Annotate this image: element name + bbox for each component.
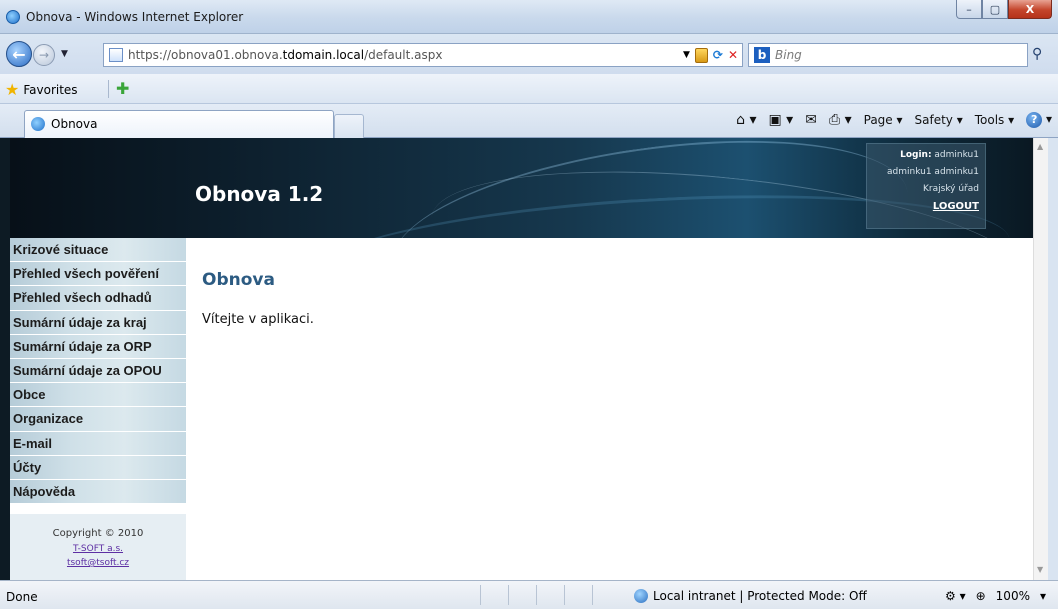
logout-link[interactable]: LOGOUT <box>933 201 979 212</box>
status-panels <box>480 585 620 605</box>
sidebar-item-sumarni-kraj[interactable]: Sumární údaje za kraj <box>10 310 186 335</box>
sidebar-item-organizace[interactable]: Organizace <box>10 407 186 432</box>
navigation-bar: ← → ▼ https://obnova01.obnova.tdomain.lo… <box>0 34 1058 74</box>
ie-tab-icon <box>31 117 45 131</box>
sidebar-item-krizove-situace[interactable]: Krizové situace <box>10 238 186 263</box>
recent-pages-dropdown-icon[interactable]: ▼ <box>61 49 68 59</box>
sidebar-item-prehled-povereni[interactable]: Přehled všech pověření <box>10 262 186 287</box>
url-domain: tdomain.local <box>282 48 365 62</box>
login-user: adminku1 <box>934 150 979 160</box>
login-line: Login: adminku1 <box>867 144 985 164</box>
print-icon[interactable]: ⎙ ▾ <box>829 112 852 128</box>
home-icon[interactable]: ⌂ ▾ <box>736 112 756 128</box>
sidebar-item-obce[interactable]: Obce <box>10 383 186 408</box>
favorites-divider <box>108 80 109 98</box>
window-title-bar[interactable]: Obnova - Windows Internet Explorer – ▢ X <box>0 0 1058 34</box>
forward-button[interactable]: → <box>33 44 55 66</box>
sidebar-item-ucty[interactable]: Účty <box>10 455 186 480</box>
maximize-button[interactable]: ▢ <box>982 0 1008 19</box>
security-zone[interactable]: Local intranet | Protected Mode: Off <box>634 589 867 603</box>
lock-icon[interactable] <box>694 47 708 63</box>
welcome-text: Vítejte v aplikaci. <box>202 312 314 327</box>
search-icon[interactable]: ⚲ <box>1032 46 1042 62</box>
search-placeholder: Bing <box>775 48 802 62</box>
site-header: Obnova 1.2 Login: adminku1 adminku1 admi… <box>10 138 1033 238</box>
copyright-text: Copyright © 2010 <box>52 528 144 539</box>
company-link[interactable]: T-SOFT a.s. <box>10 542 186 556</box>
window-left-edge <box>0 138 10 580</box>
star-icon: ★ <box>5 80 20 99</box>
page-menu[interactable]: Page ▾ <box>864 113 903 127</box>
close-button[interactable]: X <box>1008 0 1052 19</box>
sidebar-item-napoveda[interactable]: Nápověda <box>10 479 186 505</box>
mail-icon[interactable]: ✉ <box>805 112 817 128</box>
minimize-icon: – <box>966 2 972 16</box>
url-path: /default.aspx <box>364 48 443 62</box>
stop-icon[interactable]: ✕ <box>728 46 738 64</box>
zone-text: Local intranet | Protected Mode: Off <box>653 589 867 603</box>
page-icon <box>109 48 123 62</box>
window-title: Obnova - Windows Internet Explorer <box>26 10 244 24</box>
user-fullname: adminku1 adminku1 <box>887 167 979 177</box>
login-label: Login: <box>900 150 932 160</box>
vertical-scrollbar[interactable]: ▲ ▼ <box>1033 138 1048 580</box>
new-tab-button[interactable] <box>334 114 364 138</box>
scroll-down-icon[interactable]: ▼ <box>1037 565 1043 574</box>
sidebar-item-sumarni-opou[interactable]: Sumární údaje za OPOU <box>10 358 186 384</box>
close-icon: X <box>1025 2 1035 16</box>
sidebar-item-email[interactable]: E-mail <box>10 431 186 456</box>
favorites-bar: ★ Favorites ✚ <box>0 74 1058 104</box>
address-dropdown-icon[interactable]: ▼ <box>683 46 690 64</box>
tab-label: Obnova <box>51 117 98 131</box>
bing-logo-icon: b <box>754 47 770 63</box>
zoom-icon: ⊕ <box>975 589 986 603</box>
status-text: Done <box>6 590 38 604</box>
favorites-label: Favorites <box>23 82 78 97</box>
window-controls: – ▢ X <box>956 0 1052 20</box>
maximize-icon: ▢ <box>989 2 1001 16</box>
command-bar: ⌂ ▾ ▣ ▾ ✉ ⎙ ▾ Page ▾ Safety ▾ Tools ▾ ? … <box>736 112 1052 128</box>
url-prefix: https://obnova01.obnova. <box>128 48 283 62</box>
page-title: Obnova <box>202 270 275 290</box>
status-bar: Done Local intranet | Protected Mode: Of… <box>0 580 1058 609</box>
feeds-icon[interactable]: ▣ ▾ <box>768 112 793 128</box>
tools-menu[interactable]: Tools ▾ <box>975 113 1014 127</box>
zoom-level[interactable]: 100% <box>996 589 1030 603</box>
add-favorite-icon[interactable]: ✚ <box>116 79 129 98</box>
help-button[interactable]: ? ▾ <box>1026 112 1052 128</box>
back-button[interactable]: ← <box>6 41 32 67</box>
address-url[interactable]: https://obnova01.obnova.tdomain.local/de… <box>128 48 442 62</box>
zoom-control[interactable]: ⚙ ▾ ⊕ 100% ▾ <box>945 589 1046 603</box>
favorites-button[interactable]: ★ Favorites <box>5 80 78 99</box>
sidebar-item-prehled-odhadu[interactable]: Přehled všech odhadů <box>10 286 186 311</box>
refresh-icon[interactable]: ⟳ <box>713 46 723 64</box>
minimize-button[interactable]: – <box>956 0 982 19</box>
page-viewport: Obnova 1.2 Login: adminku1 adminku1 admi… <box>10 138 1048 580</box>
login-info-panel: Login: adminku1 adminku1 adminku1 Krajsk… <box>866 143 986 229</box>
tab-obnova[interactable]: Obnova <box>24 110 334 138</box>
help-icon: ? <box>1026 112 1043 128</box>
email-link[interactable]: tsoft@tsoft.cz <box>10 556 186 570</box>
search-box[interactable]: b Bing <box>748 43 1028 67</box>
scroll-up-icon[interactable]: ▲ <box>1037 142 1043 151</box>
intranet-globe-icon <box>634 589 648 603</box>
sidebar-menu: Krizové situace Přehled všech pověření P… <box>10 238 186 580</box>
user-office: Krajský úřad <box>922 184 979 194</box>
ie-logo-icon <box>6 10 20 24</box>
address-bar[interactable]: https://obnova01.obnova.tdomain.local/de… <box>103 43 743 67</box>
tab-bar: Obnova ⌂ ▾ ▣ ▾ ✉ ⎙ ▾ Page ▾ Safety ▾ Too… <box>0 104 1058 138</box>
copyright-footer: Copyright © 2010 T-SOFT a.s. tsoft@tsoft… <box>10 514 186 580</box>
back-arrow-icon: ← <box>12 44 26 64</box>
protected-mode-icon[interactable]: ⚙ ▾ <box>945 589 966 603</box>
forward-arrow-icon: → <box>38 48 50 62</box>
zoom-dropdown-icon[interactable]: ▾ <box>1040 589 1046 603</box>
sidebar-item-sumarni-orp[interactable]: Sumární údaje za ORP <box>10 334 186 359</box>
address-tools: ▼ ⟳ ✕ <box>683 46 738 64</box>
safety-menu[interactable]: Safety ▾ <box>915 113 963 127</box>
app-title: Obnova 1.2 <box>195 182 324 206</box>
